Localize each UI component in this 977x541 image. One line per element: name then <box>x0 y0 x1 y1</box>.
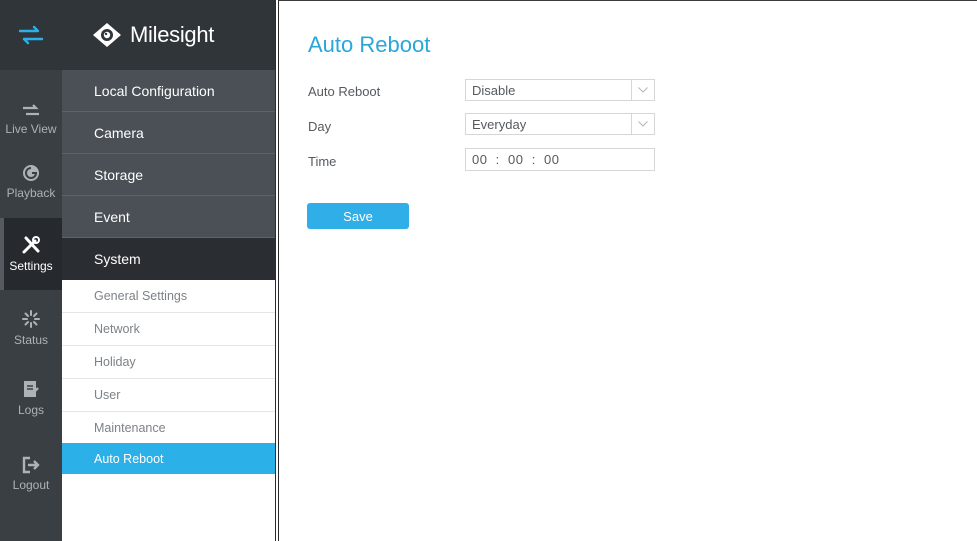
section-label: System <box>94 251 141 267</box>
time-value: 00 : 00 : 00 <box>472 152 560 167</box>
subnav-item-holiday[interactable]: Holiday <box>62 346 276 379</box>
section-label: Local Configuration <box>94 82 215 99</box>
section-label: Event <box>94 208 130 225</box>
milesight-logo-icon <box>93 23 121 47</box>
section-event[interactable]: Event <box>62 196 276 238</box>
brand-bar: Milesight <box>62 0 276 70</box>
subnav-item-auto-reboot[interactable]: Auto Reboot <box>62 443 276 474</box>
subnav-empty-area <box>62 474 276 541</box>
page-title: Auto Reboot <box>308 32 431 57</box>
rail-item-label: Playback <box>6 186 56 200</box>
section-system[interactable]: System <box>62 238 276 280</box>
section-storage[interactable]: Storage <box>62 154 276 196</box>
rail-item-label: Logs <box>17 403 45 417</box>
subnav-item-network[interactable]: Network <box>62 313 276 346</box>
save-button[interactable]: Save <box>307 203 409 229</box>
brand-name: Milesight <box>130 22 215 47</box>
time-input[interactable]: 00 : 00 : 00 <box>465 148 655 171</box>
subnav-item-label: Maintenance <box>94 421 166 435</box>
subnav-item-general-settings[interactable]: General Settings <box>62 280 276 313</box>
rail-item-playback[interactable]: Playback <box>0 146 62 218</box>
auto-reboot-select[interactable]: Disable <box>465 79 655 101</box>
rail-item-label: Settings <box>9 259 53 273</box>
subnav-item-maintenance[interactable]: Maintenance <box>62 412 276 445</box>
section-local-configuration[interactable]: Local Configuration <box>62 70 276 112</box>
auto-reboot-label: Auto Reboot <box>308 84 381 99</box>
settings-icon <box>22 236 40 254</box>
swap-arrows-icon <box>18 25 44 45</box>
rail-item-logout[interactable]: Logout <box>0 438 62 510</box>
icon-rail: Live View Playback Settings Status Logs … <box>0 0 62 541</box>
rail-item-settings[interactable]: Settings <box>0 218 62 290</box>
subnav-item-user[interactable]: User <box>62 379 276 412</box>
rail-item-label: Live View <box>5 122 57 136</box>
day-value: Everyday <box>472 116 527 132</box>
section-label: Storage <box>94 166 144 183</box>
settings-subnav: Milesight Local Configuration Camera Sto… <box>62 0 276 541</box>
day-label: Day <box>308 119 332 134</box>
playback-icon <box>23 165 39 181</box>
chevron-down-icon <box>631 114 654 134</box>
logout-icon <box>22 456 40 474</box>
chevron-down-icon <box>631 80 654 100</box>
rail-item-label: Logout <box>12 478 50 492</box>
subnav-item-label: General Settings <box>94 289 188 303</box>
day-select[interactable]: Everyday <box>465 113 655 135</box>
menu-toggle-button[interactable] <box>0 0 62 70</box>
subnav-item-label: User <box>94 388 121 402</box>
logs-icon <box>24 381 39 397</box>
live-view-icon <box>23 104 39 116</box>
rail-item-logs[interactable]: Logs <box>0 362 62 434</box>
section-camera[interactable]: Camera <box>62 112 276 154</box>
time-label: Time <box>308 154 337 169</box>
auto-reboot-value: Disable <box>472 82 516 98</box>
rail-item-label: Status <box>13 333 49 347</box>
subnav-item-label: Auto Reboot <box>94 451 164 466</box>
status-icon <box>22 310 40 328</box>
subnav-item-label: Holiday <box>94 355 136 369</box>
section-label: Camera <box>94 124 144 141</box>
main-content: Auto Reboot Auto Reboot Disable Day Ever… <box>279 0 977 541</box>
subnav-item-label: Network <box>94 322 140 336</box>
rail-item-status[interactable]: Status <box>0 292 62 364</box>
